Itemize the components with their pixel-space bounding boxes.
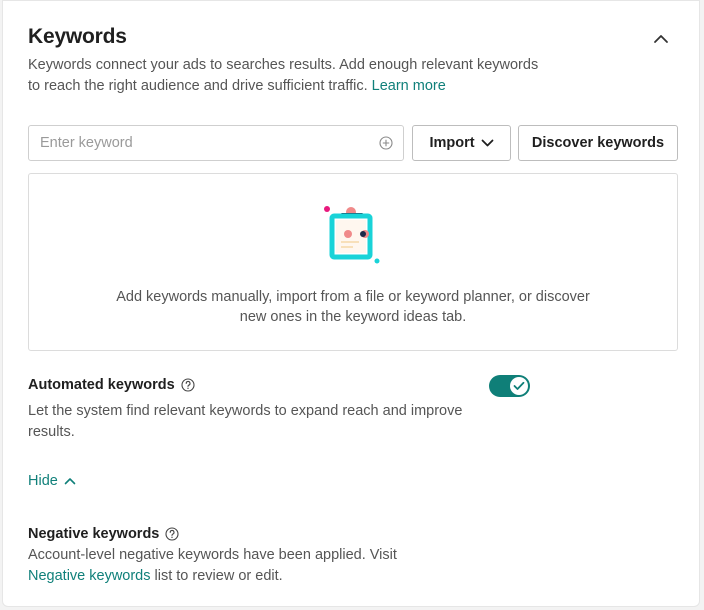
hide-toggle-link[interactable]: Hide: [28, 473, 76, 489]
discover-keywords-label: Discover keywords: [531, 135, 665, 151]
section-description: Keywords connect your ads to searches re…: [28, 55, 548, 97]
negative-keywords-link[interactable]: Negative keywords: [28, 568, 151, 584]
negative-keywords-heading: Negative keywords: [28, 526, 179, 542]
empty-state-text: Add keywords manually, import from a fil…: [116, 289, 590, 325]
automated-keywords-heading: Automated keywords: [28, 377, 195, 393]
section-description-text: Keywords connect your ads to searches re…: [28, 57, 539, 94]
chevron-up-icon: [64, 478, 76, 485]
chevron-up-icon: [654, 35, 668, 43]
import-button[interactable]: Import: [412, 125, 511, 161]
check-icon: [513, 381, 525, 390]
section-title: Keywords: [28, 25, 127, 48]
keyword-input[interactable]: [29, 126, 373, 160]
negative-keywords-title: Negative keywords: [28, 526, 160, 542]
help-icon[interactable]: [181, 378, 195, 392]
learn-more-link[interactable]: Learn more: [372, 78, 446, 94]
negative-description-prefix: Account-level negative keywords have bee…: [28, 547, 397, 563]
plus-circle-icon[interactable]: [373, 126, 399, 160]
keywords-card: Keywords Keywords connect your ads to se…: [2, 0, 700, 607]
discover-keywords-button[interactable]: Discover keywords: [518, 125, 678, 161]
automated-keywords-toggle[interactable]: [489, 375, 530, 397]
clipboard-illustration: [324, 206, 380, 264]
import-button-label: Import: [429, 135, 475, 151]
keywords-empty-state: Add keywords manually, import from a fil…: [28, 173, 678, 351]
help-icon[interactable]: [165, 527, 179, 541]
negative-description-suffix: list to review or edit.: [154, 568, 283, 584]
toggle-knob: [510, 377, 528, 395]
hide-label: Hide: [28, 473, 58, 489]
negative-keywords-description: Account-level negative keywords have bee…: [28, 545, 448, 587]
automated-keywords-description: Let the system find relevant keywords to…: [28, 403, 463, 440]
collapse-button[interactable]: [649, 27, 673, 51]
automated-keywords-title: Automated keywords: [28, 377, 175, 393]
keyword-input-group: [28, 125, 404, 161]
chevron-down-icon: [481, 139, 493, 147]
